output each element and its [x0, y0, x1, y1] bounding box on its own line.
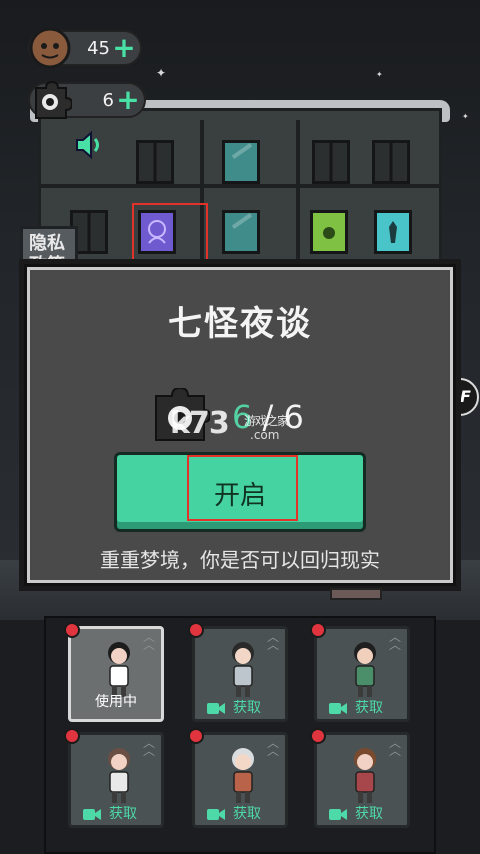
watermark-site: 游戏之家 [244, 414, 289, 428]
building-window[interactable] [372, 140, 410, 184]
watermark-brand: k73 [170, 406, 230, 441]
character-figure-icon [108, 748, 130, 803]
new-badge-dot [310, 728, 326, 744]
character-figure-icon [232, 748, 254, 803]
video-camera-icon [207, 809, 225, 820]
building-window[interactable] [312, 140, 350, 184]
card-footer: 获取 [195, 803, 285, 825]
in-use-label: 使用中 [95, 694, 137, 710]
building-window[interactable] [222, 210, 260, 254]
puzzle-piece-icon [26, 76, 74, 124]
puzzle-count: 6 [102, 90, 114, 111]
video-camera-icon [207, 703, 225, 714]
puzzle-counter: 6 + [28, 80, 146, 119]
character-figure-icon [108, 642, 130, 697]
character-figure-icon [232, 642, 254, 697]
add-coins-button[interactable]: + [112, 34, 136, 62]
card-footer: 获取 [317, 697, 407, 719]
silhouette-room-window[interactable] [374, 210, 412, 254]
ground-sign [330, 588, 382, 600]
floor-divider [38, 184, 442, 188]
silhouette-icon [389, 221, 397, 243]
new-badge-dot [188, 728, 204, 744]
upgrade-chevron-icon: ︿ ︿ [142, 630, 155, 652]
sound-toggle-button[interactable] [72, 128, 108, 162]
skull-icon [323, 227, 335, 239]
get-character-button[interactable]: 获取 [109, 803, 137, 823]
character-card[interactable]: ︿ ︿ 获取 [64, 728, 164, 828]
add-puzzle-button[interactable]: + [116, 86, 140, 114]
building-window[interactable] [136, 140, 174, 184]
slime-room-window[interactable] [310, 210, 348, 254]
card-footer: 获取 [71, 803, 161, 825]
star-icon: ✦ [376, 70, 383, 79]
coin-count: 45 [87, 38, 110, 59]
watermark-domain: .com [250, 428, 280, 442]
new-badge-dot [64, 728, 80, 744]
upgrade-chevron-icon: ︿ ︿ [388, 630, 401, 652]
speaker-icon [76, 130, 99, 160]
new-badge-dot [310, 622, 326, 638]
video-camera-icon [329, 703, 347, 714]
new-badge-dot [188, 622, 204, 638]
video-camera-icon [329, 809, 347, 820]
character-figure-icon [354, 748, 376, 803]
character-card[interactable]: ︿ ︿ 获取 [310, 622, 410, 722]
character-card[interactable]: ︿ ︿ 获取 [310, 728, 410, 828]
star-icon: ✦ [462, 112, 469, 121]
new-badge-dot [64, 622, 80, 638]
get-character-button[interactable]: 获取 [355, 803, 383, 823]
building-window[interactable] [222, 140, 260, 184]
coin-face-icon [26, 24, 74, 72]
upgrade-chevron-icon: ︿ ︿ [388, 736, 401, 758]
card-footer: 获取 [195, 697, 285, 719]
character-figure-icon [354, 642, 376, 697]
upgrade-chevron-icon: ︿ ︿ [142, 736, 155, 758]
get-character-button[interactable]: 获取 [233, 697, 261, 717]
character-card[interactable]: ︿ ︿ 使用中 [64, 622, 164, 722]
chapter-subtitle: 重重梦境，你是否可以回归现实 [100, 548, 380, 572]
card-footer: 使用中 [71, 694, 161, 719]
coin-counter: 45 + [28, 27, 142, 69]
card-footer: 获取 [317, 803, 407, 825]
chapter-title: 七怪夜谈 [168, 304, 312, 344]
get-character-button[interactable]: 获取 [233, 803, 261, 823]
character-card[interactable]: ︿ ︿ 获取 [188, 728, 288, 828]
star-icon: ✦ [156, 66, 167, 80]
video-camera-icon [83, 809, 101, 820]
site-watermark: k73 游戏之家 [170, 406, 289, 441]
highlight-frame [187, 455, 298, 521]
character-card[interactable]: ︿ ︿ 获取 [188, 622, 288, 722]
upgrade-chevron-icon: ︿ ︿ [266, 630, 279, 652]
get-character-button[interactable]: 获取 [355, 697, 383, 717]
upgrade-chevron-icon: ︿ ︿ [266, 736, 279, 758]
